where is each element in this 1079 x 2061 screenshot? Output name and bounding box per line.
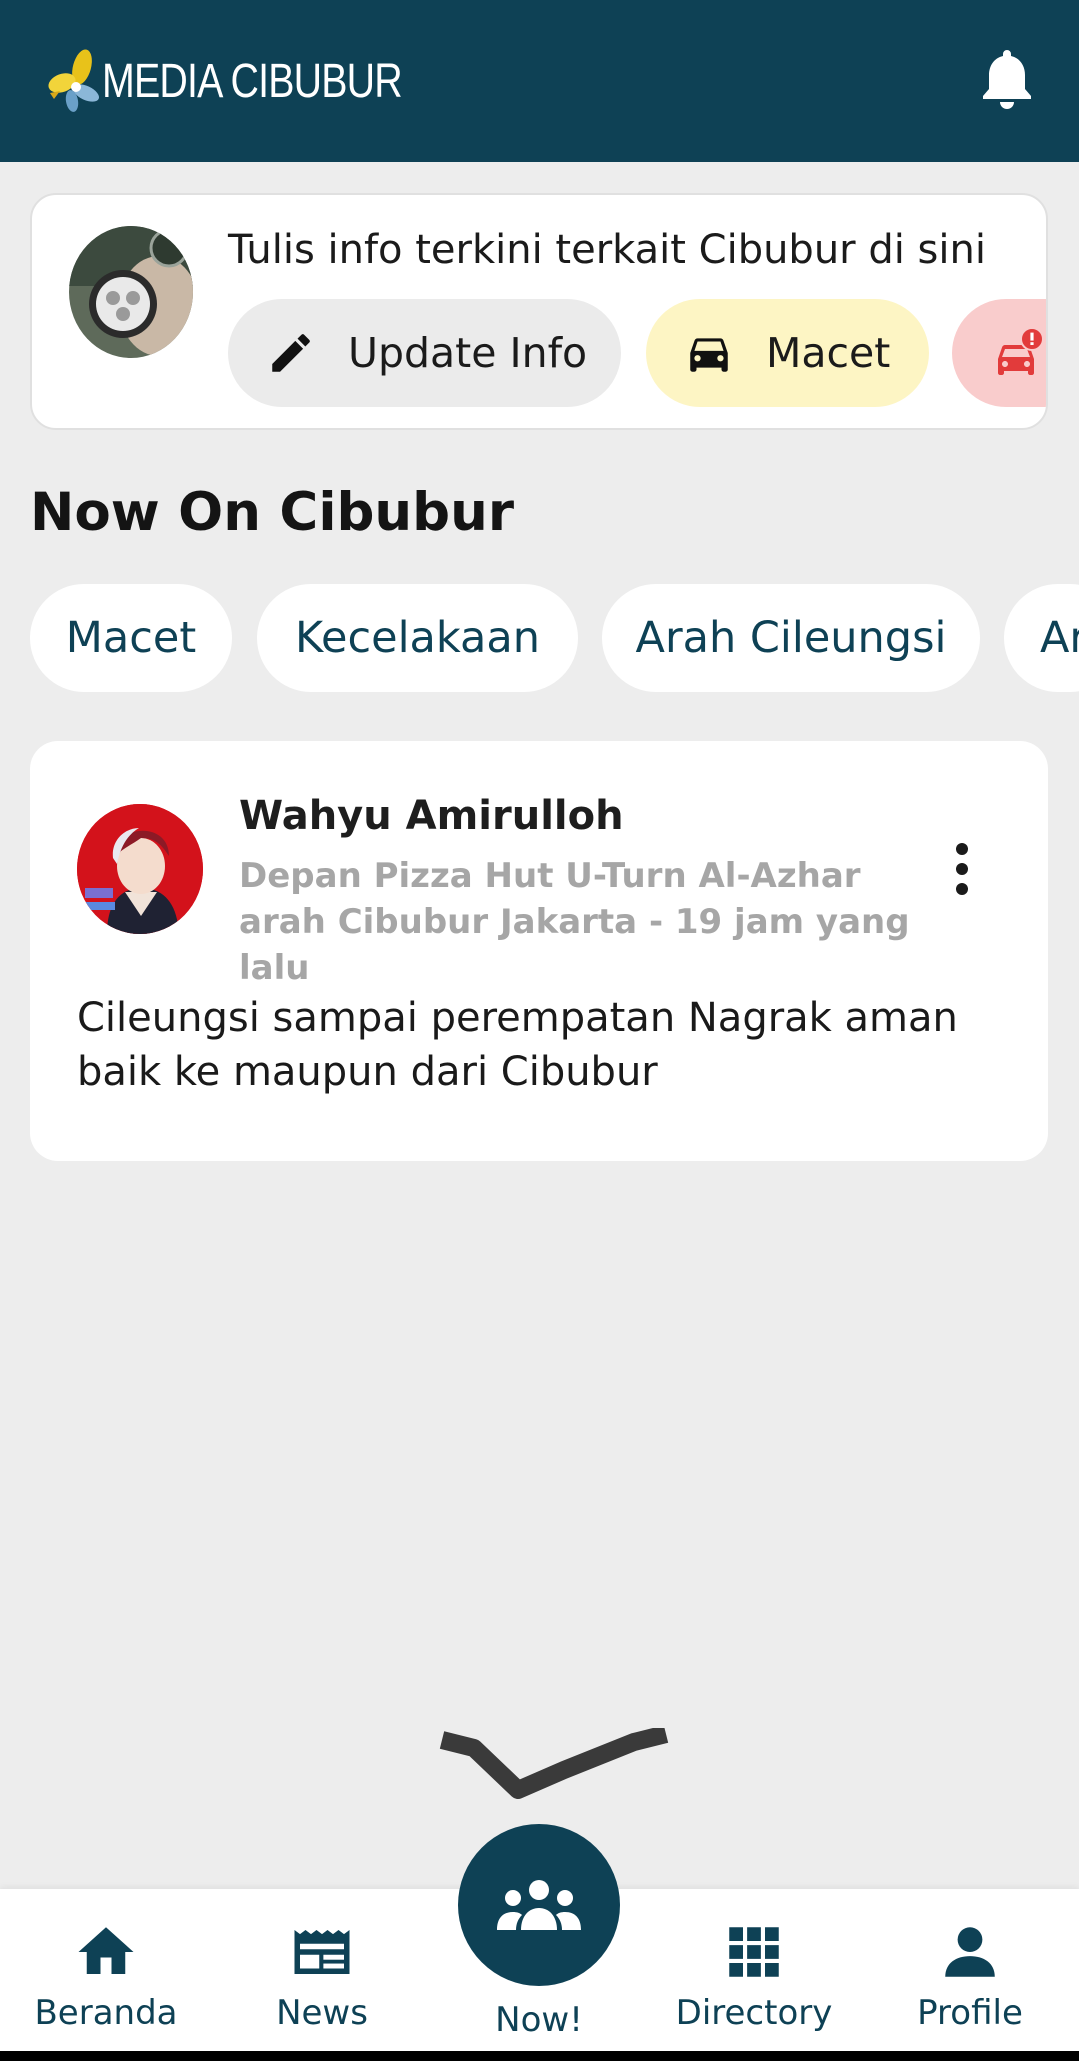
post-author-name[interactable]: Wahyu Amirulloh <box>239 793 624 839</box>
bell-icon[interactable] <box>978 46 1036 110</box>
watch-photo-avatar <box>69 226 193 358</box>
nav-item-directory[interactable]: Directory <box>654 1889 854 2051</box>
update-info-button[interactable]: Update Info <box>228 299 621 407</box>
nav-label-directory: Directory <box>675 1993 833 2033</box>
nav-item-beranda[interactable]: Beranda <box>6 1889 206 2051</box>
grid-icon <box>729 1927 779 1977</box>
nav-item-profile[interactable]: Profile <box>870 1889 1070 2051</box>
chip-arah-cileungsi[interactable]: Arah Cileungsi <box>602 584 980 692</box>
macet-label: Macet <box>766 329 891 377</box>
nav-item-news[interactable]: News <box>222 1889 422 2051</box>
chip-kecelakaan[interactable]: Kecelakaan <box>257 584 578 692</box>
scribble-mark <box>439 1728 669 1799</box>
home-icon <box>78 1927 134 1974</box>
nav-label-beranda: Beranda <box>34 1993 178 2033</box>
post-body-text: Cileungsi sampai perempatan Nagrak aman … <box>77 995 958 1095</box>
update-composer-card: Tulis info terkini terkait Cibubur di si… <box>30 193 1048 430</box>
chip-partial[interactable]: Ar <box>1004 584 1079 692</box>
anime-avatar-image <box>77 804 203 934</box>
flower-logo-icon <box>48 49 100 112</box>
car-icon <box>690 338 728 372</box>
car-alert-icon <box>998 327 1044 375</box>
now-fab-button[interactable] <box>458 1824 620 1986</box>
macet-button[interactable]: Macet <box>646 299 929 407</box>
post-location-time: Depan Pizza Hut U-Turn Al-Azhar arah Cib… <box>239 856 910 988</box>
top-app-bar: MEDIA CIBUBUR <box>0 0 1079 162</box>
accident-button[interactable] <box>952 299 1046 407</box>
newspaper-icon <box>294 1930 350 1974</box>
section-title: Now On Cibubur <box>30 482 514 543</box>
user-avatar[interactable] <box>69 226 193 358</box>
pencil-icon <box>272 334 310 372</box>
author-avatar[interactable] <box>77 804 203 934</box>
person-icon <box>945 1927 995 1977</box>
post-card[interactable]: Wahyu Amirulloh Depan Pizza Hut U-Turn A… <box>30 741 1048 1161</box>
nav-label-profile: Profile <box>917 1993 1023 2033</box>
nav-label-news: News <box>276 1993 368 2033</box>
composer-prompt-input[interactable]: Tulis info terkini terkait Cibubur di si… <box>228 227 1028 273</box>
brand-logo[interactable]: MEDIA CIBUBUR <box>46 46 468 116</box>
brand-name: MEDIA CIBUBUR <box>102 54 403 108</box>
screen-bottom-edge <box>0 2051 1079 2061</box>
chip-macet[interactable]: Macet <box>30 584 232 692</box>
more-vertical-icon[interactable] <box>945 839 979 899</box>
people-group-icon <box>497 1880 581 1930</box>
nav-label-now: Now! <box>495 2000 583 2040</box>
update-info-label: Update Info <box>348 329 588 377</box>
